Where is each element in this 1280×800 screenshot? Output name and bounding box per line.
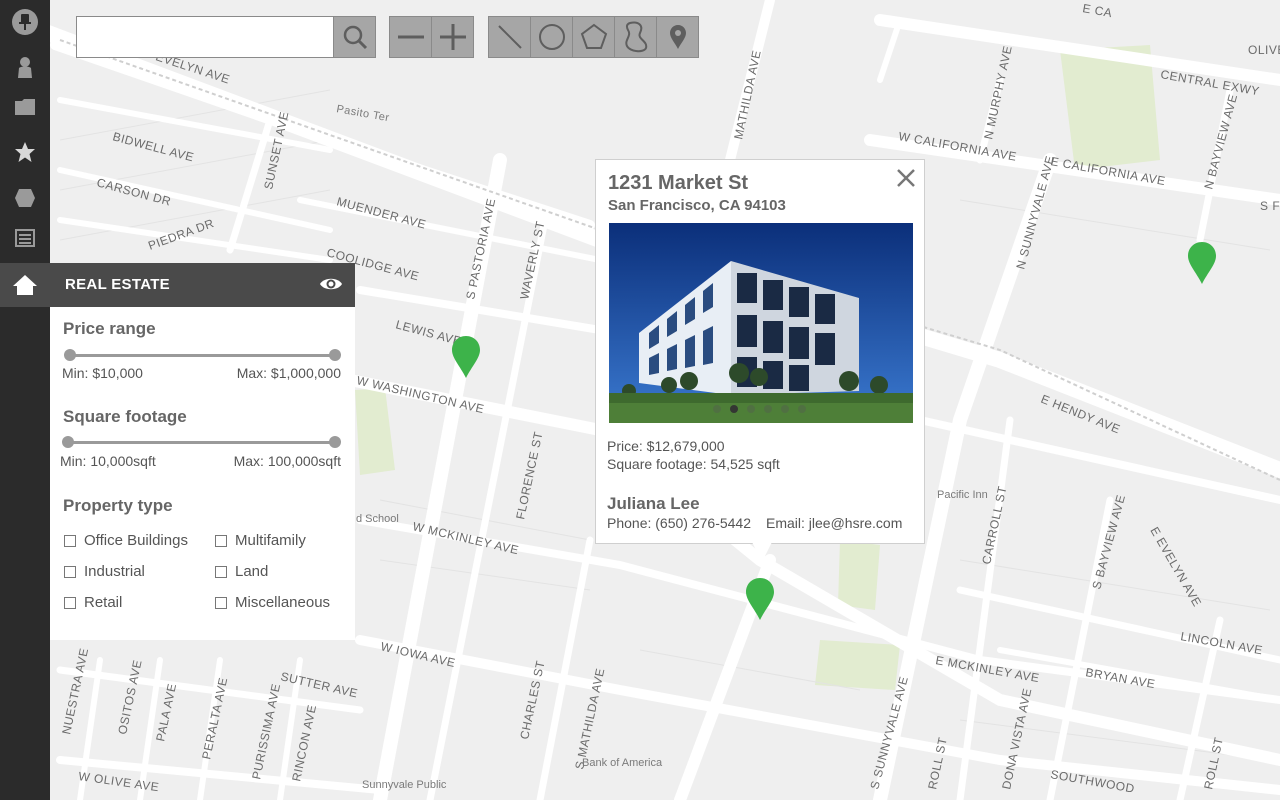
- carousel-dot-active[interactable]: [730, 405, 738, 413]
- home-icon: [13, 275, 37, 295]
- search-input[interactable]: [76, 16, 334, 58]
- agent-email[interactable]: Email: jlee@hsre.com: [766, 515, 902, 531]
- sqft-max-handle[interactable]: [329, 436, 341, 448]
- carousel-dot[interactable]: [764, 405, 772, 413]
- list-icon: [15, 229, 35, 247]
- map-label: S FRANCES ST: [1260, 199, 1280, 213]
- sidebar-item-list[interactable]: [0, 216, 50, 260]
- checkbox-label: Retail: [84, 594, 123, 611]
- map-pin[interactable]: [452, 336, 480, 378]
- map-pin[interactable]: [746, 578, 774, 620]
- price-range-slider[interactable]: [69, 354, 335, 357]
- map-place-label: Pacific Inn: [937, 489, 988, 501]
- pin-icon: [12, 9, 38, 35]
- price-max-label: Max: $1,000,000: [236, 365, 341, 381]
- price-min-handle[interactable]: [64, 349, 76, 361]
- draw-polygon-button[interactable]: [572, 16, 615, 58]
- checkbox-box[interactable]: [64, 565, 76, 578]
- map-label: OLIVE AVE: [1248, 43, 1280, 57]
- price-max-handle[interactable]: [329, 349, 341, 361]
- checkbox-box[interactable]: [64, 534, 76, 547]
- park: [838, 540, 880, 610]
- checkbox-label: Multifamily: [235, 532, 306, 549]
- checkbox-label: Land: [235, 563, 269, 580]
- sidebar-item-folders[interactable]: [0, 85, 50, 129]
- close-icon[interactable]: [894, 166, 918, 190]
- checkbox-miscellaneous[interactable]: Miscellaneous: [215, 594, 330, 611]
- map-pin[interactable]: [1188, 242, 1216, 284]
- panel-title: REAL ESTATE: [65, 276, 170, 293]
- search-button[interactable]: [333, 16, 376, 58]
- map-place-label: d School: [356, 513, 399, 525]
- square-footage-title: Square footage: [63, 407, 187, 426]
- sqft-max-label: Max: 100,000sqft: [233, 453, 341, 469]
- carousel-dot[interactable]: [747, 405, 755, 413]
- checkbox-label: Industrial: [84, 563, 145, 580]
- eye-icon[interactable]: [319, 276, 343, 292]
- sqft-min-handle[interactable]: [62, 436, 74, 448]
- folder-icon: [15, 99, 35, 115]
- agent-phone[interactable]: Phone: (650) 276-5442: [607, 515, 751, 531]
- star-icon: [15, 142, 35, 162]
- draw-line-icon: [497, 25, 522, 49]
- price-min-label: Min: $10,000: [62, 365, 143, 381]
- property-city: San Francisco, CA 94103: [608, 197, 786, 214]
- checkbox-multifamily[interactable]: Multifamily: [215, 532, 306, 549]
- sqft-min-label: Min: 10,000sqft: [60, 453, 156, 469]
- property-type-title: Property type: [63, 496, 173, 515]
- zoom-in-icon: [439, 24, 466, 50]
- checkbox-box[interactable]: [64, 596, 76, 609]
- property-address: 1231 Market St: [608, 172, 749, 194]
- property-price: Price: $12,679,000: [607, 438, 725, 454]
- map-place-label: Bank of America: [582, 757, 663, 769]
- property-photo[interactable]: [609, 223, 913, 423]
- checkbox-office-buildings[interactable]: Office Buildings: [64, 532, 188, 549]
- property-popup: 1231 Market St San Francisco, CA 94103 P…: [595, 159, 925, 544]
- map-place-label: Sunnyvale Public: [362, 779, 447, 791]
- real-estate-panel: REAL ESTATE Price range Min: $10,000 Max…: [50, 263, 355, 640]
- checkbox-box[interactable]: [215, 596, 227, 609]
- draw-polygon-icon: [580, 23, 607, 49]
- sidebar-item-real-estate[interactable]: [0, 263, 50, 307]
- price-range-title: Price range: [63, 319, 156, 338]
- popup-pointer: [752, 542, 772, 562]
- sidebar-item-tags[interactable]: [0, 176, 50, 220]
- checkbox-land[interactable]: Land: [215, 563, 268, 580]
- search-icon: [343, 25, 367, 50]
- tag-icon: [15, 189, 35, 207]
- square-footage-slider[interactable]: [67, 441, 335, 444]
- place-marker-button[interactable]: [656, 16, 699, 58]
- carousel-dot[interactable]: [798, 405, 806, 413]
- place-marker-icon: [669, 25, 686, 49]
- draw-circle-button[interactable]: [530, 16, 573, 58]
- checkbox-industrial[interactable]: Industrial: [64, 563, 145, 580]
- sidebar-item-pin[interactable]: [0, 0, 50, 44]
- panel-header: REAL ESTATE: [50, 263, 355, 307]
- checkbox-retail[interactable]: Retail: [64, 594, 122, 611]
- agent-name: Juliana Lee: [607, 494, 700, 513]
- sidebar-item-favorites[interactable]: [0, 130, 50, 174]
- draw-freeform-button[interactable]: [614, 16, 657, 58]
- zoom-out-icon: [397, 35, 424, 39]
- park: [815, 640, 900, 690]
- draw-line-button[interactable]: [488, 16, 531, 58]
- zoom-out-button[interactable]: [389, 16, 432, 58]
- checkbox-box[interactable]: [215, 534, 227, 547]
- zoom-in-button[interactable]: [431, 16, 474, 58]
- sidebar-rail: [0, 0, 50, 800]
- draw-freeform-icon: [624, 21, 647, 53]
- draw-circle-icon: [538, 24, 565, 50]
- property-sqft: Square footage: 54,525 sqft: [607, 456, 780, 472]
- person-icon: [18, 57, 32, 78]
- checkbox-label: Miscellaneous: [235, 594, 331, 611]
- carousel-dot[interactable]: [713, 405, 721, 413]
- checkbox-label: Office Buildings: [84, 532, 188, 549]
- checkbox-box[interactable]: [215, 565, 227, 578]
- carousel-dot[interactable]: [781, 405, 789, 413]
- sidebar-item-people[interactable]: [0, 45, 50, 89]
